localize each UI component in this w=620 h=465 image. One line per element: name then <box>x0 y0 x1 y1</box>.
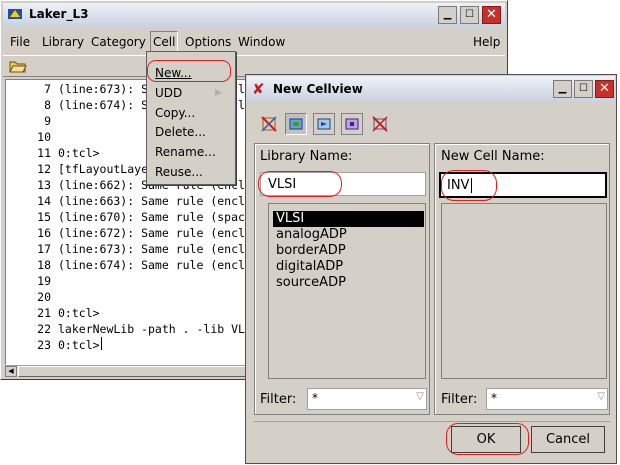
dialog-toolbar <box>258 113 408 137</box>
tool-layout-icon[interactable] <box>285 113 307 135</box>
line-number: 21 <box>37 306 51 320</box>
maximize-icon: ☐ <box>579 83 588 94</box>
line-number: 9 <box>44 114 51 128</box>
library-list-item[interactable]: analogADP <box>276 227 347 243</box>
menu-item-reuse[interactable]: Reuse... <box>155 163 203 182</box>
annotation-new-highlight <box>147 60 231 82</box>
line-number: 16 <box>37 226 51 240</box>
line-number: 22 <box>37 322 51 336</box>
maximize-icon: ☐ <box>465 9 474 20</box>
cancel-button-label: Cancel <box>545 432 591 447</box>
library-list-item[interactable]: VLSI <box>273 211 424 227</box>
line-number: 20 <box>37 290 51 304</box>
open-folder-icon[interactable] <box>9 59 27 74</box>
menu-file[interactable]: File <box>8 33 32 51</box>
dialog-title-bar[interactable]: ✘ New Cellview ▁ ☐ ✕ <box>247 76 615 102</box>
menu-window[interactable]: Window <box>236 33 287 51</box>
line-number: 15 <box>37 210 51 224</box>
minimize-icon: ▁ <box>558 83 567 94</box>
menu-help[interactable]: Help <box>471 33 502 51</box>
line-number: 18 <box>37 258 51 272</box>
library-list-item[interactable]: sourceADP <box>276 275 346 291</box>
dialog-app-icon: ✘ <box>252 80 265 98</box>
minimize-button[interactable]: ▁ <box>438 6 457 24</box>
annotation-ok-highlight <box>446 423 529 455</box>
tool-view-icon[interactable] <box>258 113 280 135</box>
line-text: lakerNewLib -path . -lib VL <box>58 322 245 336</box>
line-text: 0:tcl> <box>58 146 100 160</box>
close-icon: ✕ <box>599 81 610 96</box>
library-list-items: VLSI analogADP borderADP digitalADP sourceAD… <box>269 204 425 378</box>
tool-abstract-icon[interactable] <box>369 113 391 135</box>
menu-item-udd[interactable]: UDD <box>155 84 182 103</box>
menu-item-delete[interactable]: Delete... <box>155 123 206 142</box>
line-number: 14 <box>37 194 51 208</box>
line-number: 17 <box>37 242 51 256</box>
menu-library[interactable]: Library <box>40 33 86 51</box>
line-text: 0:tcl> <box>58 338 100 352</box>
main-title-bar[interactable]: Laker_L3 ▁ ☐ ✕ <box>3 3 505 27</box>
close-button[interactable]: ✕ <box>482 6 501 24</box>
main-window-title: Laker_L3 <box>29 7 89 21</box>
scroll-left-icon[interactable]: ◀ <box>5 366 17 377</box>
line-number: 11 <box>37 146 51 160</box>
library-filter-label: Filter: <box>260 392 297 407</box>
menu-cell[interactable]: Cell <box>150 31 179 53</box>
library-list[interactable]: VLSI analogADP borderADP digitalADP sourceAD… <box>268 203 426 379</box>
scroll-thumb[interactable] <box>18 366 253 377</box>
line-text: (line:672): Same rule (encl <box>58 226 245 240</box>
line-text: 0:tcl> <box>58 306 100 320</box>
line-number: 7 <box>44 82 51 96</box>
menu-category[interactable]: Category <box>89 33 148 51</box>
text-cursor <box>101 337 102 350</box>
cell-filter-dropdown-icon[interactable]: ▽ <box>597 391 605 402</box>
annotation-library-highlight <box>258 171 342 197</box>
close-icon: ✕ <box>486 7 497 22</box>
line-number: 19 <box>37 274 51 288</box>
dialog-minimize-button[interactable]: ▁ <box>553 80 572 98</box>
cell-filter-label: Filter: <box>441 392 478 407</box>
menu-item-copy[interactable]: Copy... <box>155 104 195 123</box>
line-text: (line:673): Same rule (encl <box>58 242 245 256</box>
menu-bar: File Library Category Cell Options Windo… <box>3 29 505 53</box>
cell-name-label: New Cell Name: <box>441 149 545 164</box>
app-logo-icon <box>8 7 24 21</box>
annotation-cellname-highlight <box>441 170 497 201</box>
library-filter-dropdown-icon[interactable]: ▽ <box>416 391 424 402</box>
tool-symbol-icon[interactable] <box>341 113 363 135</box>
line-number: 10 <box>37 130 51 144</box>
library-list-item[interactable]: borderADP <box>276 243 346 259</box>
line-number: 8 <box>44 98 51 112</box>
tool-schematic-icon[interactable] <box>313 113 335 135</box>
menu-options[interactable]: Options <box>183 33 233 51</box>
cell-filter-combo[interactable]: * ▽ <box>486 388 608 410</box>
dialog-close-button[interactable]: ✕ <box>595 80 614 98</box>
line-number: 13 <box>37 178 51 192</box>
dialog-title: New Cellview <box>273 82 363 96</box>
library-filter-value: * <box>312 391 318 405</box>
menu-item-rename[interactable]: Rename... <box>155 143 216 162</box>
library-filter-combo[interactable]: * ▽ <box>307 388 427 410</box>
dialog-maximize-button[interactable]: ☐ <box>574 80 593 98</box>
line-text: (line:674): Same rule (encl <box>58 258 245 272</box>
cell-filter-value: * <box>491 391 497 405</box>
cancel-button[interactable]: Cancel <box>531 426 605 453</box>
cell-list[interactable] <box>441 203 607 379</box>
minimize-icon: ▁ <box>443 9 452 20</box>
line-number: 12 <box>37 162 51 176</box>
line-number: 23 <box>37 338 51 352</box>
line-text: (line:663): Same rule (encl <box>58 194 245 208</box>
submenu-arrow-icon: ▶ <box>215 88 222 98</box>
library-name-label: Library Name: <box>260 149 353 164</box>
line-text: (line:670): Same rule (spac <box>58 210 245 224</box>
maximize-button[interactable]: ☐ <box>460 6 479 24</box>
new-cellview-dialog: ✘ New Cellview ▁ ☐ ✕ Library Name: VLSI … <box>245 74 617 464</box>
library-list-item[interactable]: digitalADP <box>276 259 343 275</box>
